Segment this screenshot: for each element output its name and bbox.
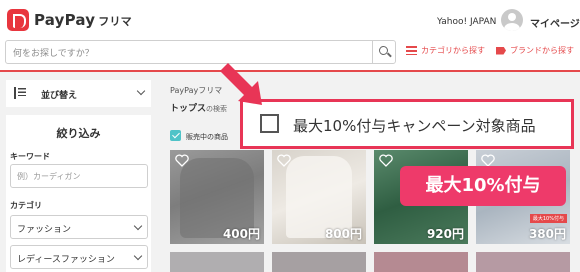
product-card[interactable] — [272, 252, 366, 272]
list-icon — [406, 46, 417, 55]
header: PayPay フリマ Yahoo! JAPAN マイページ 何をお探しですか？ カ… — [0, 0, 580, 72]
campaign-reward-badge: 最大10%付与 — [400, 166, 566, 206]
product-price: 800円 — [324, 227, 362, 241]
campaign-checkbox-label: 最大10%付与キャンペーン対象商品 — [293, 117, 536, 135]
search-placeholder: 何をお探しですか？ — [13, 49, 94, 59]
breadcrumb[interactable]: PayPayフリマ — [170, 85, 222, 96]
tag-icon — [496, 46, 506, 55]
filter-panel: 絞り込み キーワード 例）カーディガン カテゴリ ファッション レディースファッ… — [6, 115, 151, 272]
heart-icon[interactable] — [379, 154, 393, 167]
product-card[interactable] — [170, 252, 264, 272]
keyword-placeholder: 例）カーディガン — [17, 172, 81, 181]
sort-label: 並び替え — [41, 91, 78, 101]
sort-dropdown[interactable]: 並び替え — [6, 80, 151, 107]
chevron-down-icon — [136, 86, 146, 96]
search-input[interactable]: 何をお探しですか？ — [5, 40, 396, 64]
category-label: カテゴリ — [10, 201, 42, 210]
brand-link-label: ブランドから探す — [510, 46, 574, 55]
sort-icon — [12, 87, 26, 99]
category-search-link[interactable]: カテゴリから探す — [406, 45, 485, 56]
product-price: 400円 — [222, 227, 260, 241]
pointer-arrow-icon — [220, 63, 262, 105]
brand-search-link[interactable]: ブランドから探す — [496, 45, 574, 56]
campaign-checkbox[interactable] — [260, 114, 279, 133]
chevron-down-icon — [133, 251, 143, 261]
yahoo-japan-link[interactable]: Yahoo! JAPAN — [437, 17, 496, 27]
avatar-icon[interactable] — [501, 9, 523, 31]
logo-text: PayPay フリマ — [34, 11, 132, 29]
keyword-label: キーワード — [10, 152, 50, 161]
keyword-input[interactable]: 例）カーディガン — [10, 164, 148, 188]
paypay-logo-icon — [7, 9, 29, 31]
filter-title: 絞り込み — [56, 127, 101, 140]
product-price: 380円 — [528, 227, 566, 241]
chevron-down-icon — [133, 221, 143, 231]
product-card[interactable]: 400円 — [170, 150, 264, 244]
on-sale-checkbox[interactable] — [170, 130, 181, 141]
search-icon[interactable] — [372, 41, 395, 63]
paypay-flea-logo[interactable]: PayPay フリマ — [7, 9, 132, 31]
category-select-1[interactable]: ファッション — [10, 215, 148, 239]
category-select-1-value: ファッション — [17, 225, 72, 235]
mypage-link[interactable]: マイページ — [530, 15, 580, 30]
product-card[interactable]: 800円 — [272, 150, 366, 244]
on-sale-label: 販売中の商品 — [186, 133, 228, 141]
product-card[interactable] — [374, 252, 468, 272]
campaign-filter-callout: 最大10%付与キャンペーン対象商品 — [240, 99, 574, 149]
product-card[interactable] — [476, 252, 570, 272]
category-link-label: カテゴリから探す — [421, 46, 485, 55]
product-price: 920円 — [426, 227, 464, 241]
category-select-2[interactable]: レディースファッション — [10, 245, 148, 269]
campaign-badge: 最大10%付与 — [529, 214, 567, 223]
category-select-2-value: レディースファッション — [17, 255, 115, 265]
header-divider — [0, 70, 580, 72]
